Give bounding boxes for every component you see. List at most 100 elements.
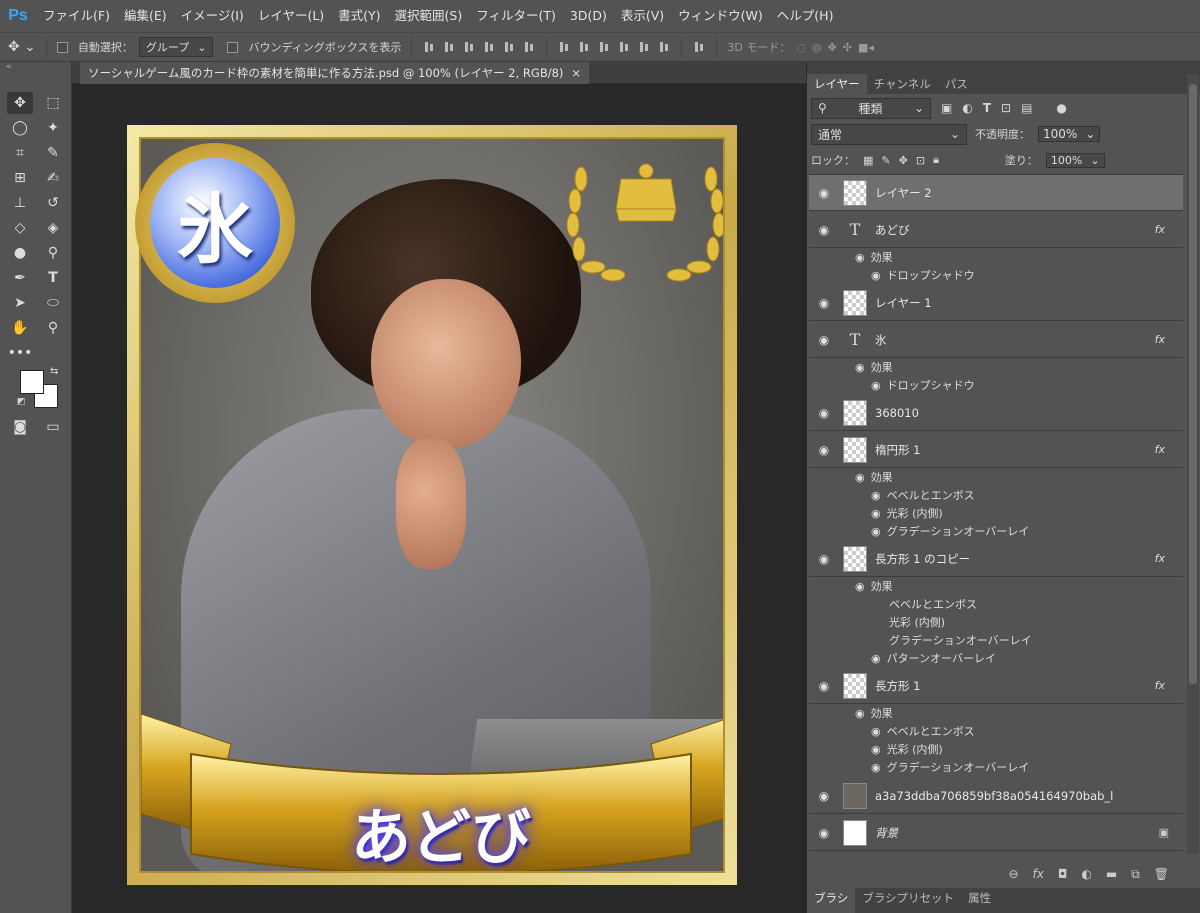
3d-pan-icon[interactable]: ✥ (828, 41, 837, 54)
menu-image[interactable]: イメージ(I) (174, 0, 251, 32)
stamp-tool-icon[interactable]: ⊥ (7, 192, 33, 214)
lock-transparency-icon[interactable]: ▦ (863, 154, 873, 167)
eye-icon[interactable]: ◉ (855, 707, 865, 720)
paint-bucket-tool-icon[interactable]: ◈ (40, 217, 66, 239)
effect-row[interactable]: ◉ グラデーションオーバーレイ (809, 758, 1183, 776)
layer-row[interactable]: ◉ レイヤー 1 (809, 285, 1183, 321)
eye-icon[interactable]: ◉ (809, 406, 839, 420)
blend-mode-dropdown[interactable]: 通常 ⌄ (811, 123, 967, 145)
canvas-area[interactable]: あどび 氷 (72, 84, 806, 913)
layer-row[interactable]: ◉ T あどび fx (809, 212, 1183, 248)
tab-channels[interactable]: チャンネル (867, 74, 938, 94)
layer-row[interactable]: ◉ 楕円形 1 fx (809, 432, 1183, 468)
pen-tool-icon[interactable]: ✒ (7, 267, 33, 289)
layer-row[interactable]: ◉ レイヤー 2 (809, 175, 1183, 211)
auto-align-icon[interactable] (692, 40, 706, 54)
align-right-icon[interactable] (522, 40, 536, 54)
eye-icon[interactable]: ◉ (809, 679, 839, 693)
link-layers-icon[interactable]: ⊖ (1008, 867, 1018, 881)
bbox-checkbox[interactable] (227, 41, 239, 53)
opacity-field[interactable]: 100% ⌄ (1038, 126, 1101, 142)
quick-mask-icon[interactable]: ◙ (7, 416, 33, 438)
effect-row[interactable]: 光彩 (内側) (809, 613, 1183, 631)
distribute-right-icon[interactable] (657, 40, 671, 54)
dodge-tool-icon[interactable]: ⚲ (40, 242, 66, 264)
eye-icon[interactable]: ◉ (855, 580, 865, 593)
align-vcenter-icon[interactable] (442, 40, 456, 54)
auto-select-dropdown[interactable]: グループ ⌄ (138, 37, 214, 57)
more-tools-icon[interactable]: ••• (7, 342, 33, 364)
filter-pixel-icon[interactable]: ▣ (941, 101, 952, 115)
lock-artboard-icon[interactable]: ⊡ (916, 154, 925, 167)
menu-type[interactable]: 書式(Y) (331, 0, 387, 32)
document-tab[interactable]: ソーシャルゲーム風のカード枠の素材を簡単に作る方法.psd @ 100% (レイ… (80, 62, 590, 84)
filter-adjustment-icon[interactable]: ◐ (962, 101, 972, 115)
menu-file[interactable]: ファイル(F) (36, 0, 117, 32)
eraser-tool-icon[interactable]: ◇ (7, 217, 33, 239)
menu-layer[interactable]: レイヤー(L) (251, 0, 331, 32)
align-bottom-icon[interactable] (462, 40, 476, 54)
filter-kind-dropdown[interactable]: ⚲ 種類 ⌄ (811, 97, 931, 119)
default-colors-icon[interactable]: ◩ (17, 397, 26, 407)
crop-tool-icon[interactable]: ⌗ (7, 142, 33, 164)
new-layer-icon[interactable]: ⧉ (1131, 867, 1140, 882)
align-top-icon[interactable] (422, 40, 436, 54)
tab-paths[interactable]: パス (938, 74, 975, 94)
auto-select-checkbox[interactable] (56, 41, 68, 53)
effect-row[interactable]: ベベルとエンボス (809, 595, 1183, 613)
effect-row[interactable]: ◉ パターンオーバーレイ (809, 649, 1183, 667)
menu-filter[interactable]: フィルター(T) (469, 0, 563, 32)
effects-row[interactable]: ◉ 効果 (809, 577, 1183, 595)
3d-slide-icon[interactable]: ✣ (843, 41, 852, 54)
layer-row[interactable]: ◉ 長方形 1 のコピー fx (809, 541, 1183, 577)
menu-help[interactable]: ヘルプ(H) (770, 0, 841, 32)
filter-toggle-icon[interactable]: ● (1056, 101, 1066, 115)
zoom-tool-icon[interactable]: ⚲ (40, 317, 66, 339)
eye-icon[interactable]: ◉ (871, 743, 881, 756)
distribute-vcenter-icon[interactable] (577, 40, 591, 54)
scroll-thumb[interactable] (1189, 84, 1197, 684)
filter-smart-icon[interactable]: ▤ (1021, 101, 1032, 115)
distribute-left-icon[interactable] (617, 40, 631, 54)
eyedropper-tool-icon[interactable]: ✎ (40, 142, 66, 164)
eye-icon[interactable]: ◉ (871, 652, 881, 665)
effect-row[interactable]: ◉ グラデーションオーバーレイ (809, 522, 1183, 540)
lasso-tool-icon[interactable]: ◯ (7, 117, 33, 139)
distribute-top-icon[interactable] (557, 40, 571, 54)
menu-window[interactable]: ウィンドウ(W) (671, 0, 770, 32)
effect-row[interactable]: ◉ ベベルとエンボス (809, 486, 1183, 504)
layer-row[interactable]: ◉ 背景 ▣ (809, 815, 1183, 851)
eye-icon[interactable]: ◉ (871, 725, 881, 738)
eye-icon[interactable]: ◉ (809, 789, 839, 803)
marquee-tool-icon[interactable]: ⬚ (40, 92, 66, 114)
menu-select[interactable]: 選択範囲(S) (388, 0, 470, 32)
layer-row[interactable]: ◉ T 氷 fx (809, 322, 1183, 358)
menu-view[interactable]: 表示(V) (614, 0, 671, 32)
fx-icon[interactable]: fx (1155, 552, 1165, 565)
tab-brush[interactable]: ブラシ (807, 888, 856, 913)
lock-position-icon[interactable]: ✥ (899, 154, 908, 167)
adjustment-layer-icon[interactable]: ◐ (1081, 867, 1091, 881)
3d-roll-icon[interactable]: ◎ (812, 41, 822, 54)
eye-icon[interactable]: ◉ (809, 223, 839, 237)
new-group-icon[interactable]: ▬ (1106, 867, 1117, 881)
eye-icon[interactable]: ◉ (809, 443, 839, 457)
effect-row[interactable]: ◉ ドロップシャドウ (809, 376, 1183, 394)
toolbox-collapse-icon[interactable]: « (6, 62, 12, 72)
layer-row[interactable]: ◉ 長方形 1 fx (809, 668, 1183, 704)
filter-type-icon[interactable]: T (983, 101, 991, 115)
eye-icon[interactable]: ◉ (855, 251, 865, 264)
ellipse-tool-icon[interactable]: ⬭ (40, 292, 66, 314)
lock-pixels-icon[interactable]: ✎ (881, 154, 890, 167)
path-selection-tool-icon[interactable]: ➤ (7, 292, 33, 314)
eye-icon[interactable]: ◉ (871, 269, 881, 282)
distribute-hcenter-icon[interactable] (637, 40, 651, 54)
eye-icon[interactable]: ◉ (871, 507, 881, 520)
fx-icon[interactable]: fx (1155, 333, 1165, 346)
eye-icon[interactable]: ◉ (871, 489, 881, 502)
effects-row[interactable]: ◉ 効果 (809, 468, 1183, 486)
eye-icon[interactable]: ◉ (871, 379, 881, 392)
3d-orbit-icon[interactable]: ◌ (796, 41, 806, 54)
healing-tool-icon[interactable]: ⊞ (7, 167, 33, 189)
effects-row[interactable]: ◉ 効果 (809, 358, 1183, 376)
